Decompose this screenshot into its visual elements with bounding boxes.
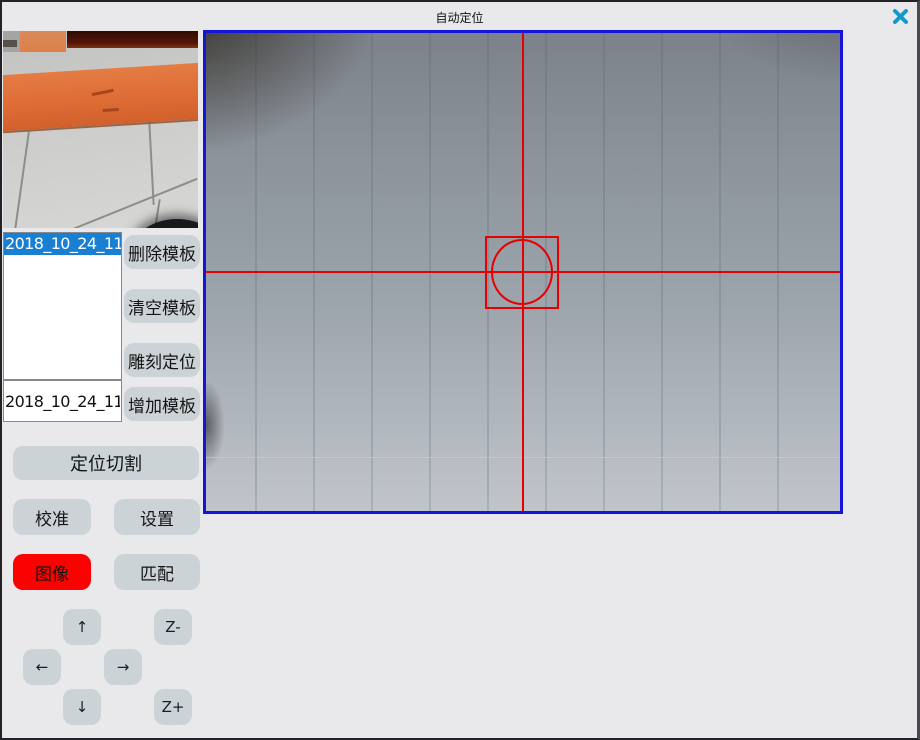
jog-up-button[interactable]: ↑ — [63, 609, 101, 645]
jog-right-button[interactable]: → — [104, 649, 142, 685]
preview-orange-chip — [20, 31, 66, 52]
template-list[interactable]: 2018_10_24_11 — [3, 232, 122, 380]
list-item[interactable]: 2018_10_24_11 — [4, 233, 121, 255]
camera-viewport[interactable] — [203, 30, 843, 514]
arrow-down-icon: ↓ — [76, 698, 89, 716]
z-plus-label: Z+ — [162, 698, 185, 716]
match-button[interactable]: 匹配 — [114, 554, 200, 590]
preview-beam-mark — [103, 108, 119, 112]
preview-beam-mark — [92, 89, 114, 96]
calibrate-button[interactable]: 校准 — [13, 499, 91, 535]
jog-down-button[interactable]: ↓ — [63, 689, 101, 725]
delete-template-button[interactable]: 删除模板 — [124, 235, 200, 269]
preview-dark-bar — [67, 31, 198, 48]
z-minus-button[interactable]: Z- — [154, 609, 192, 645]
jog-left-button[interactable]: ← — [23, 649, 61, 685]
template-name-input[interactable] — [3, 380, 122, 422]
preview-grout-line — [10, 130, 30, 228]
match-region-circle — [491, 239, 553, 305]
template-preview-image — [3, 31, 198, 228]
z-plus-button[interactable]: Z+ — [154, 689, 192, 725]
z-minus-label: Z- — [165, 618, 180, 636]
close-button[interactable] — [889, 6, 911, 26]
preview-dark-object — [133, 219, 198, 228]
engrave-locate-button[interactable]: 雕刻定位 — [124, 343, 200, 377]
preview-orange-beam — [3, 62, 198, 133]
auto-locate-dialog: 自动定位 2018_10_24_11 删除模板 清空模板 雕刻定位 增加模板 定… — [0, 0, 920, 740]
title-bar: 自动定位 — [2, 2, 917, 29]
page-title: 自动定位 — [2, 9, 917, 26]
arrow-right-icon: → — [117, 658, 130, 676]
preview-corner-shadow — [3, 40, 17, 47]
arrow-left-icon: ← — [36, 658, 49, 676]
add-template-button[interactable]: 增加模板 — [124, 387, 200, 421]
close-icon — [892, 9, 909, 24]
arrow-up-icon: ↑ — [76, 618, 89, 636]
locate-cut-button[interactable]: 定位切割 — [13, 446, 199, 480]
clear-template-button[interactable]: 清空模板 — [124, 289, 200, 323]
settings-button[interactable]: 设置 — [114, 499, 200, 535]
image-button[interactable]: 图像 — [13, 554, 91, 590]
